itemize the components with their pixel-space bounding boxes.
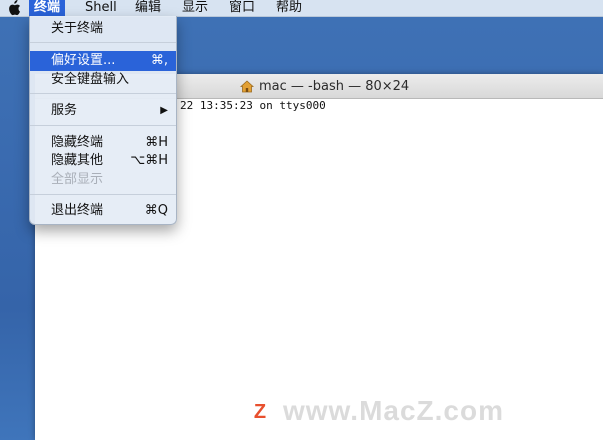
menu-item-about[interactable]: 关于终端	[30, 19, 176, 39]
menu-item-label: 安全键盘输入	[51, 72, 130, 87]
apple-logo-icon[interactable]	[7, 0, 21, 16]
menu-item-secure-keyboard[interactable]: 安全键盘输入	[30, 70, 176, 90]
menu-item-hide-others[interactable]: 隐藏其他 ⌥⌘H	[30, 151, 176, 171]
watermark-logo-letter: Z	[254, 401, 266, 423]
menubar-item-view[interactable]: 显示	[182, 0, 208, 16]
terminal-menu-dropdown: 关于终端 偏好设置... ⌘, 安全键盘输入 服务 ▶ 隐藏终端 ⌘H 隐藏其他…	[29, 16, 177, 225]
menu-item-quit[interactable]: 退出终端 ⌘Q	[30, 201, 176, 221]
menubar-item-window[interactable]: 窗口	[229, 0, 255, 16]
menu-item-shortcut: ⌘H	[145, 135, 168, 150]
menu-item-shortcut: ⌘Q	[144, 203, 168, 218]
menu-item-preferences[interactable]: 偏好设置... ⌘,	[30, 51, 176, 71]
menu-item-shortcut: ⌥⌘H	[130, 153, 168, 168]
window-title: mac — -bash — 80×24	[259, 78, 410, 94]
menu-item-label: 全部显示	[51, 172, 104, 187]
menu-item-label: 关于终端	[51, 21, 104, 36]
menubar-item-shell[interactable]: Shell	[85, 0, 117, 16]
menu-item-label: 退出终端	[51, 203, 104, 218]
menubar-item-help[interactable]: 帮助	[276, 0, 302, 16]
menu-item-label: 服务	[51, 103, 78, 118]
submenu-arrow-icon: ▶	[160, 105, 168, 116]
menu-item-hide-terminal[interactable]: 隐藏终端 ⌘H	[30, 133, 176, 153]
menu-separator	[30, 125, 176, 126]
menu-item-label: 隐藏其他	[51, 153, 104, 168]
menu-item-shortcut: ⌘,	[150, 53, 168, 68]
menu-separator	[30, 194, 176, 195]
menu-separator	[30, 42, 176, 43]
terminal-output-line: 22 13:35:23 on ttys000	[180, 99, 326, 112]
watermark: Z www.MacZ.com	[243, 394, 504, 428]
menu-separator	[30, 93, 176, 94]
menubar-item-edit[interactable]: 编辑	[135, 0, 161, 16]
menu-item-show-all: 全部显示	[30, 170, 176, 190]
home-icon	[240, 79, 254, 92]
menu-item-services[interactable]: 服务 ▶	[30, 101, 176, 121]
menu-item-label: 隐藏终端	[51, 135, 104, 150]
macz-logo-icon: Z	[244, 395, 276, 427]
watermark-text: www.MacZ.com	[283, 395, 505, 426]
menu-bar: 终端 Shell 编辑 显示 窗口 帮助	[0, 0, 603, 17]
menubar-item-terminal[interactable]: 终端	[29, 0, 66, 16]
title-group: mac — -bash — 80×24	[240, 78, 409, 94]
menu-item-label: 偏好设置...	[51, 53, 116, 68]
